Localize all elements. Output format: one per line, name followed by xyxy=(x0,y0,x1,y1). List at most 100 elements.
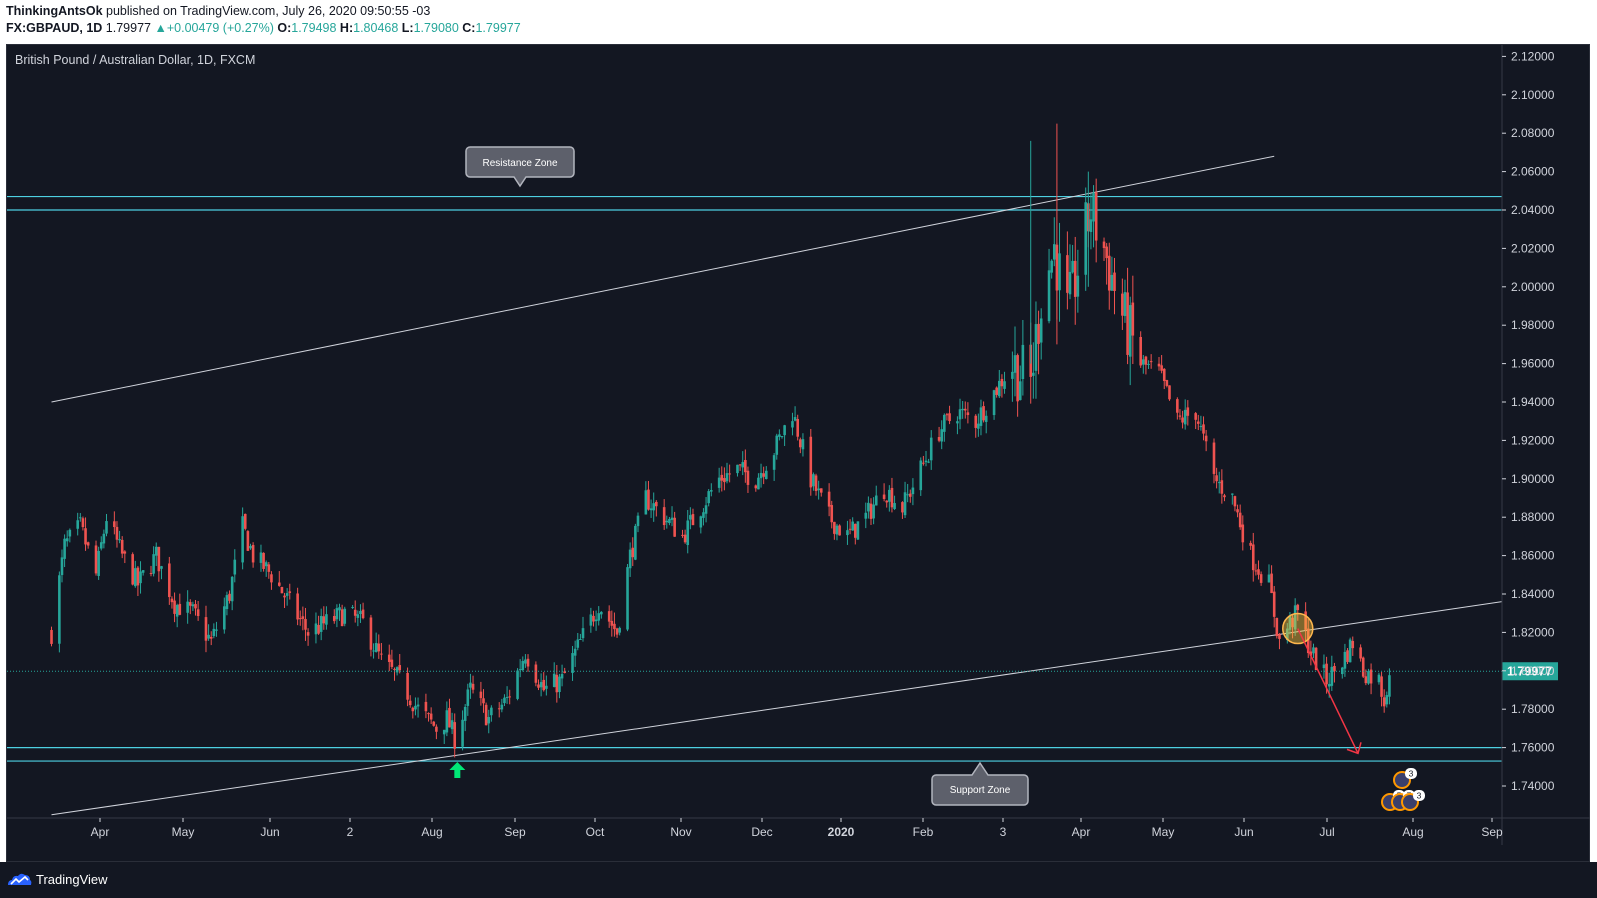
candle xyxy=(890,477,894,513)
candle-body xyxy=(1107,255,1111,291)
candle xyxy=(746,466,750,493)
x-tick-label: Aug xyxy=(421,825,442,839)
candle xyxy=(958,398,962,430)
candle-body xyxy=(445,710,449,733)
candle xyxy=(249,543,252,550)
candle-body xyxy=(846,530,849,536)
candle-body xyxy=(709,490,713,492)
candle xyxy=(830,500,834,529)
candle xyxy=(251,542,255,568)
candle-body xyxy=(1367,671,1370,684)
candle xyxy=(469,673,472,699)
candle-body xyxy=(819,488,823,493)
candle xyxy=(262,552,265,572)
candle-body xyxy=(120,539,124,554)
candle-body xyxy=(233,559,237,575)
candle xyxy=(817,480,820,500)
candle-body xyxy=(508,696,511,698)
candle-body xyxy=(432,721,436,726)
candle-body xyxy=(626,567,629,630)
candle xyxy=(1018,365,1022,401)
candle xyxy=(1178,409,1182,420)
candle xyxy=(398,654,402,674)
candle-body xyxy=(1021,344,1025,380)
candle xyxy=(1241,515,1245,551)
candle xyxy=(490,705,493,722)
candle-body xyxy=(398,665,402,671)
candle-body xyxy=(173,600,176,614)
candle xyxy=(1254,563,1258,576)
candle xyxy=(374,632,378,653)
candle xyxy=(1343,643,1347,677)
candle xyxy=(764,466,768,480)
x-tick-label: Jul xyxy=(1319,825,1334,839)
candle-body xyxy=(1364,676,1368,684)
tradingview-logo[interactable]: TradingView xyxy=(6,871,108,887)
candle-body xyxy=(924,460,928,463)
candle xyxy=(1032,342,1035,399)
resistance-zone-label: Resistance Zone xyxy=(482,158,557,169)
candle-body xyxy=(882,494,886,499)
candle xyxy=(196,600,200,621)
candle-body xyxy=(744,460,747,473)
candle-body xyxy=(1194,413,1197,420)
candle-body xyxy=(814,475,818,492)
candle xyxy=(1052,217,1056,267)
candle-body xyxy=(856,521,860,540)
candle-body xyxy=(369,617,373,650)
candle xyxy=(1380,671,1383,707)
candle xyxy=(649,499,653,518)
candle xyxy=(961,400,964,419)
candle xyxy=(1084,187,1088,291)
x-tick-label: Aug xyxy=(1402,825,1423,839)
candle xyxy=(105,513,108,537)
candle-body xyxy=(243,513,247,529)
candle-body xyxy=(105,521,108,534)
candle-body xyxy=(63,538,66,559)
candle xyxy=(717,467,721,493)
candle-body xyxy=(764,470,768,479)
candle xyxy=(288,583,292,600)
time-axis: Apr May Jun 2 Aug Sep Oct Nov Dec 2020 Feb 3 Apr May J… xyxy=(7,817,1590,839)
candle-body xyxy=(919,460,923,491)
candle xyxy=(615,627,619,638)
candle-body xyxy=(1013,355,1017,373)
candle-body xyxy=(1312,647,1315,654)
candle-body xyxy=(801,439,805,450)
candle-body xyxy=(1034,324,1038,371)
candle-body xyxy=(270,574,273,583)
candle xyxy=(634,523,637,561)
candle-body xyxy=(168,563,171,598)
candle-body xyxy=(115,526,119,540)
candle-body xyxy=(154,546,158,556)
candle-body xyxy=(1121,293,1124,316)
candle xyxy=(927,458,930,464)
candle xyxy=(1183,399,1187,430)
candle xyxy=(1068,244,1072,300)
candle-body xyxy=(322,616,326,624)
candle-body xyxy=(607,611,611,622)
candle-body xyxy=(922,462,925,464)
candle-body xyxy=(319,615,323,632)
candle-body xyxy=(683,534,687,543)
candle xyxy=(984,410,988,434)
candle xyxy=(505,686,509,704)
candle xyxy=(448,698,451,728)
candle xyxy=(1176,397,1179,420)
candle xyxy=(270,571,273,590)
candle xyxy=(63,534,66,568)
candle xyxy=(607,605,611,628)
candle xyxy=(120,536,124,559)
candle xyxy=(230,576,234,611)
candle xyxy=(908,489,912,503)
candle-body xyxy=(534,664,538,683)
candle-body xyxy=(466,689,470,706)
candle xyxy=(516,668,519,701)
event-badge-1-count: 3 xyxy=(1409,769,1414,779)
candle-body xyxy=(497,708,501,710)
candle-body xyxy=(1144,356,1148,365)
support-zone-label: Support Zone xyxy=(950,785,1011,796)
x-tick-label: May xyxy=(172,825,195,839)
candlestick-chart[interactable]: 1.79977Resistance ZoneSupport Zone3573 1… xyxy=(0,0,1597,862)
candle-body xyxy=(1094,192,1098,241)
